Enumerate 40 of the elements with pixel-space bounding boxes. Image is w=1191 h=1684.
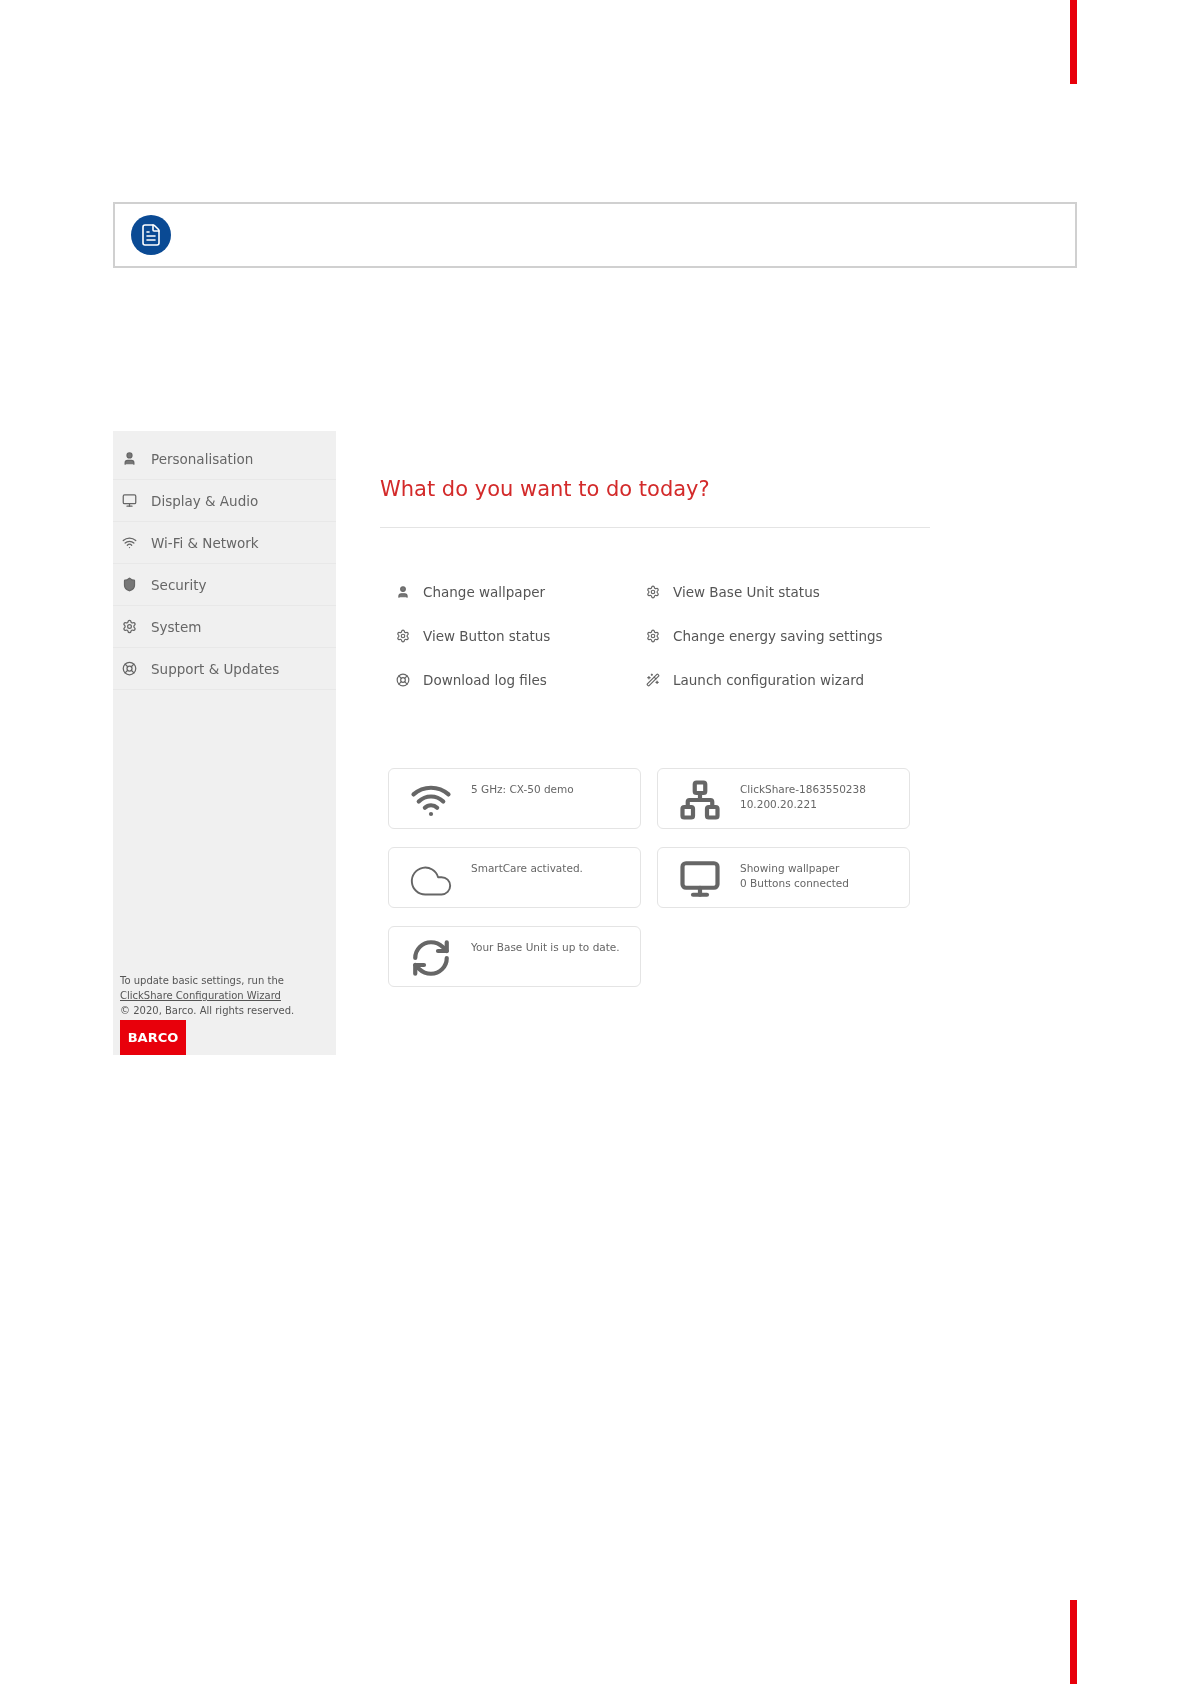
action-link[interactable]: Change energy saving settings (646, 628, 883, 644)
settings-icon (122, 619, 137, 634)
wizard-link[interactable]: ClickShare Configuration Wizard (120, 988, 281, 1003)
sidebar-item[interactable]: Personalisation (113, 438, 336, 480)
sidebar-item[interactable]: Display & Audio (113, 480, 336, 522)
person-icon (396, 585, 410, 599)
refresh-icon (410, 937, 452, 979)
status-text: Showing wallpaper (740, 861, 840, 876)
action-link[interactable]: View Button status (396, 628, 551, 644)
page-heading: What do you want to do today? (380, 477, 711, 501)
copyright-text: © 2020, Barco. All rights reserved. (120, 1004, 295, 1018)
note-icon (131, 215, 171, 255)
sidebar-item[interactable]: System (113, 606, 336, 648)
network-icon (679, 779, 721, 821)
status-text: 10.200.20.221 (740, 797, 817, 812)
settings-icon (646, 585, 660, 599)
lifebuoy-icon (396, 673, 410, 687)
action-link[interactable]: Launch configuration wizard (646, 672, 865, 688)
action-link[interactable]: View Base Unit status (646, 584, 820, 600)
magic-wand-icon (646, 673, 660, 687)
shield-icon (122, 577, 137, 592)
footer-text: To update basic settings, run the (120, 974, 284, 988)
status-text: SmartCare activated. (471, 861, 583, 876)
monitor-icon (679, 858, 721, 900)
sidebar-item[interactable]: Wi-Fi & Network (113, 522, 336, 564)
action-link[interactable]: Download log files (396, 672, 547, 688)
settings-icon (646, 629, 660, 643)
status-text: 5 GHz: CX-50 demo (471, 782, 574, 797)
status-text: Your Base Unit is up to date. (471, 940, 620, 955)
status-text: 0 Buttons connected (740, 876, 849, 891)
lifebuoy-icon (122, 661, 137, 676)
monitor-icon (122, 493, 137, 508)
settings-icon (396, 629, 410, 643)
person-icon (122, 451, 137, 466)
sidebar-item[interactable]: Support & Updates (113, 648, 336, 690)
logo: BARCO (120, 1020, 186, 1055)
sidebar-item[interactable]: Security (113, 564, 336, 606)
action-link[interactable]: Change wallpaper (396, 584, 546, 600)
status-text: ClickShare-1863550238 (740, 782, 866, 797)
wifi-icon (122, 535, 137, 550)
